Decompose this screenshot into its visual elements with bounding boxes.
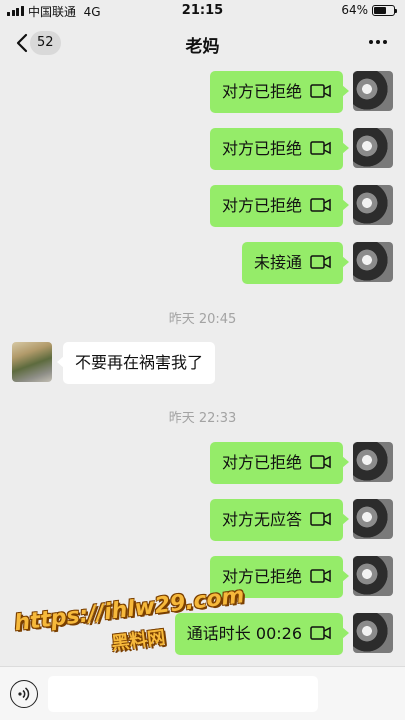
message-row: 对方已拒绝 xyxy=(0,442,405,484)
call-record-bubble[interactable]: 对方已拒绝 xyxy=(209,185,350,227)
status-bar: 中国联通 4G 21:15 64% xyxy=(0,0,405,22)
message-row: 对方已拒绝 xyxy=(0,128,405,170)
contact-avatar[interactable] xyxy=(12,342,52,382)
call-record-bubble[interactable]: 未接通 xyxy=(241,242,350,284)
input-bar xyxy=(0,666,405,720)
more-options-icon[interactable] xyxy=(369,40,387,44)
video-call-icon xyxy=(310,140,331,155)
my-avatar[interactable] xyxy=(353,242,393,282)
video-call-icon xyxy=(310,511,331,526)
my-avatar[interactable] xyxy=(353,556,393,596)
message-row: 对方无应答 xyxy=(0,499,405,541)
message-timestamp: 昨天 22:33 xyxy=(168,411,237,426)
message-input[interactable] xyxy=(48,676,318,712)
my-avatar[interactable] xyxy=(353,71,393,111)
call-record-bubble[interactable]: 对方已拒绝 xyxy=(209,128,350,170)
my-avatar[interactable] xyxy=(353,613,393,653)
video-call-icon xyxy=(310,83,331,98)
my-avatar[interactable] xyxy=(353,128,393,168)
call-record-bubble[interactable]: 对方已拒绝 xyxy=(209,71,350,113)
battery-icon xyxy=(372,5,397,16)
watermark-name: 黑料网 xyxy=(110,627,167,655)
message-row: 不要再在祸害我了 xyxy=(0,342,405,384)
message-timestamp: 昨天 20:45 xyxy=(168,312,237,327)
chat-header: 52 老妈 xyxy=(0,22,405,64)
video-call-icon xyxy=(310,254,331,269)
video-call-icon xyxy=(310,568,331,583)
video-call-icon xyxy=(310,625,331,640)
voice-input-icon[interactable] xyxy=(10,680,38,708)
text-message-bubble[interactable]: 不要再在祸害我了 xyxy=(56,342,216,384)
message-row: 未接通 xyxy=(0,242,405,284)
battery-percent: 64% xyxy=(341,3,368,17)
video-call-icon xyxy=(310,454,331,469)
my-avatar[interactable] xyxy=(353,185,393,225)
call-record-bubble[interactable]: 对方已拒绝 xyxy=(209,442,350,484)
message-row: 对方已拒绝 xyxy=(0,185,405,227)
video-call-icon xyxy=(310,197,331,212)
my-avatar[interactable] xyxy=(353,442,393,482)
call-record-bubble[interactable]: 对方无应答 xyxy=(209,499,350,541)
my-avatar[interactable] xyxy=(353,499,393,539)
chat-title: 老妈 xyxy=(185,37,220,57)
message-row: 对方已拒绝 xyxy=(0,71,405,113)
